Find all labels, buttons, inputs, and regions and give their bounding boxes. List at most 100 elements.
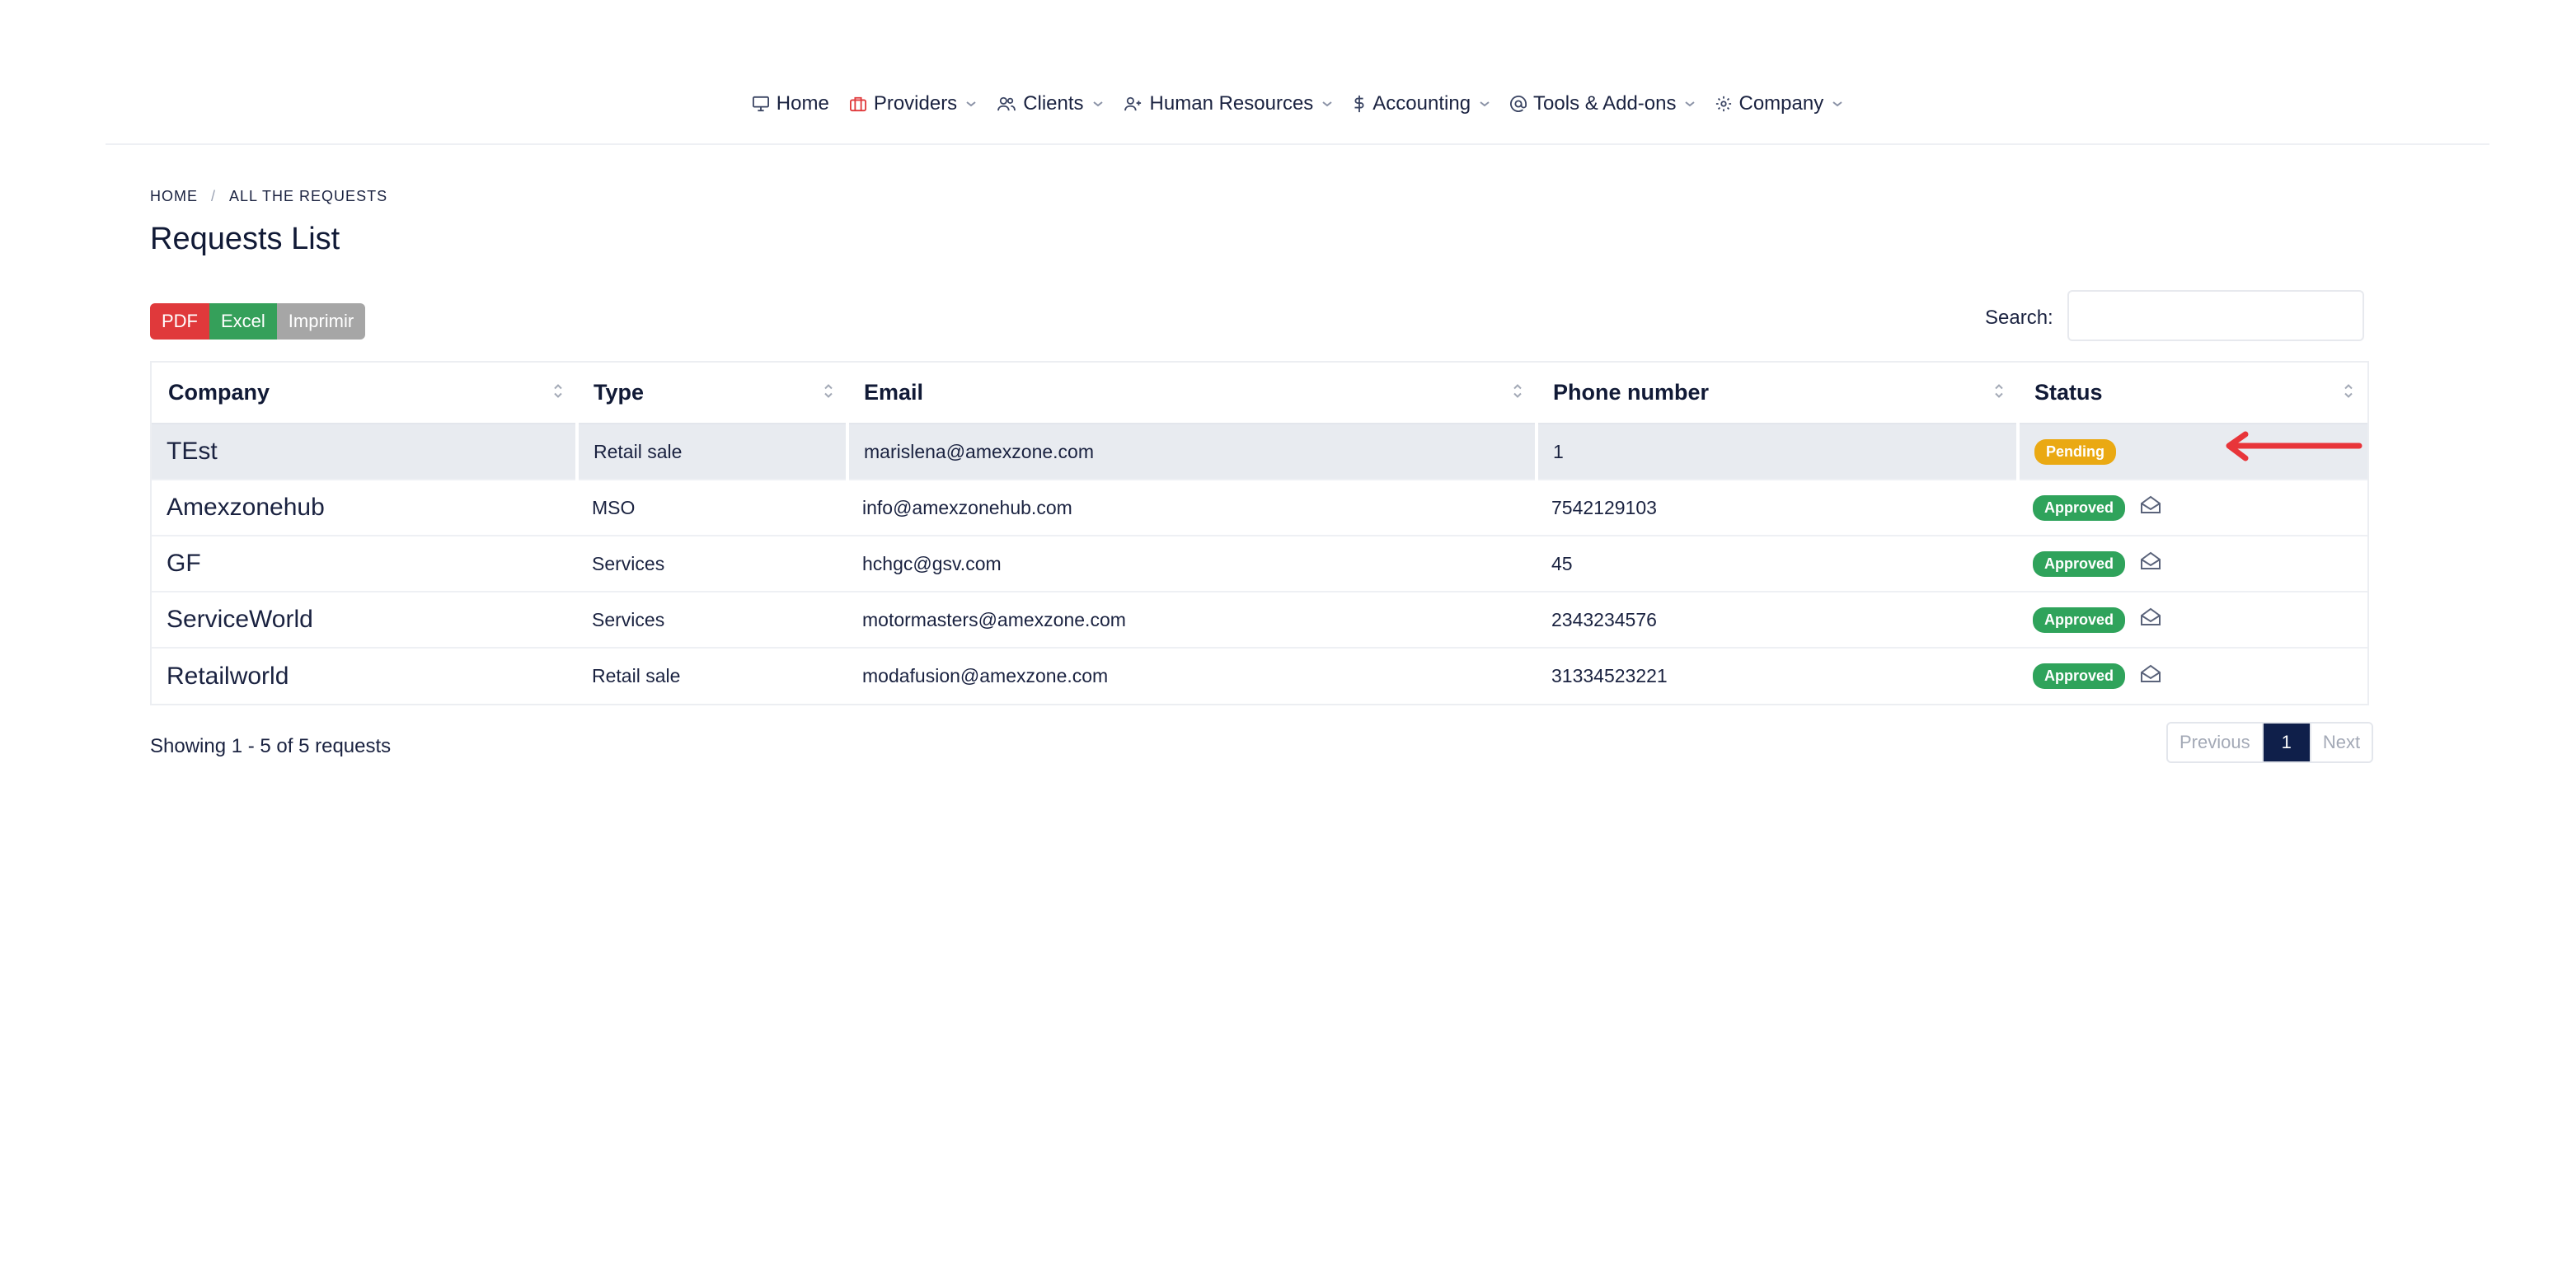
cell-company: Retailworld — [167, 662, 289, 690]
nav-item-clients[interactable]: Clients — [997, 92, 1103, 115]
chevron-down-icon — [1684, 100, 1696, 108]
nav-item-label: Accounting — [1372, 92, 1471, 115]
print-button[interactable]: Imprimir — [276, 303, 366, 340]
cell-email: marislena@amexzone.com — [847, 424, 1538, 480]
sort-icon — [1512, 380, 1523, 405]
chevron-down-icon — [1092, 100, 1104, 108]
breadcrumb-current: ALL THE REQUESTS — [229, 187, 388, 204]
cell-status: Approved — [2018, 536, 2367, 592]
nav-item-label: Home — [776, 92, 829, 115]
monitor-icon — [752, 96, 770, 112]
briefcase-icon — [849, 96, 867, 112]
envelope-open-icon[interactable] — [2140, 664, 2161, 689]
cell-status: Approved — [2018, 480, 2367, 536]
cell-phone: 2343234576 — [1537, 592, 2018, 649]
table-row[interactable]: Amexzonehub MSO info@amexzonehub.com 754… — [152, 480, 2367, 536]
cell-phone: 7542129103 — [1537, 480, 2018, 536]
cell-company: GF — [152, 536, 577, 592]
status-badge: Approved — [2033, 607, 2126, 633]
column-header-type[interactable]: Type — [577, 363, 847, 424]
cell-phone: 31334523221 — [1551, 665, 1668, 686]
cell-type: MSO — [577, 480, 847, 536]
column-header-company[interactable]: Company — [152, 363, 577, 424]
column-header-label: Company — [168, 380, 270, 405]
column-header-phone[interactable]: Phone number — [1537, 363, 2018, 424]
nav-item-label: Company — [1738, 92, 1824, 115]
showing-count: Showing 1 - 5 of 5 requests — [150, 735, 392, 757]
pdf-button[interactable]: PDF — [150, 303, 209, 340]
excel-button[interactable]: Excel — [209, 303, 277, 340]
page-button-1[interactable]: 1 — [2261, 724, 2310, 761]
table-row[interactable]: Retailworld Retail sale modafusion@amexz… — [152, 648, 2367, 704]
status-badge: Approved — [2033, 494, 2126, 521]
sort-icon — [1993, 380, 2005, 405]
nav-item-label: Tools & Add-ons — [1533, 92, 1677, 115]
cell-company: Amexzonehub — [152, 480, 577, 536]
top-navigation-bar: Home Providers Clients Human Resources A… — [106, 0, 2489, 145]
cell-email: hchgc@gsv.com — [847, 536, 1537, 592]
sort-icon — [2343, 380, 2354, 405]
nav-item-accounting[interactable]: Accounting — [1353, 92, 1490, 115]
breadcrumb-home[interactable]: HOME — [150, 188, 198, 205]
cell-phone: 1 — [1537, 424, 2020, 480]
cell-status: Approved — [2018, 648, 2367, 704]
nav-item-providers[interactable]: Providers — [849, 92, 977, 115]
status-badge: Approved — [2033, 550, 2126, 577]
nav-item-home[interactable]: Home — [752, 92, 829, 115]
cell-email: info@amexzonehub.com — [847, 480, 1537, 536]
nav-item-label: Providers — [873, 92, 958, 115]
column-header-status[interactable]: Status — [2018, 363, 2367, 424]
cell-phone: 45 — [1537, 536, 2018, 592]
cell-type: Retail sale — [577, 424, 849, 480]
nav-item-human-resources[interactable]: Human Resources — [1124, 92, 1334, 115]
envelope-open-icon[interactable] — [2140, 495, 2161, 520]
chevron-down-icon — [965, 100, 977, 108]
breadcrumb-separator: / — [211, 187, 217, 204]
nav-item-company[interactable]: Company — [1715, 92, 1843, 115]
dollar-icon — [1353, 95, 1366, 113]
cell-email: modafusion@amexzone.com — [862, 665, 1109, 686]
cell-type: Services — [577, 592, 847, 649]
cell-email: motormasters@amexzone.com — [847, 592, 1537, 649]
search-input[interactable] — [2067, 290, 2364, 341]
pagination: Previous 1 Next — [2166, 722, 2374, 763]
at-icon — [1510, 96, 1527, 112]
table-header-row: Company Type Email Phone number Status — [152, 363, 2367, 424]
table-row[interactable]: ServiceWorld Services motormasters@amexz… — [152, 592, 2367, 649]
envelope-open-icon[interactable] — [2140, 551, 2161, 576]
user-plus-icon — [1124, 96, 1143, 112]
cell-company: ServiceWorld — [152, 592, 577, 649]
red-arrow-annotation — [2217, 430, 2366, 467]
nav-item-tools-addons[interactable]: Tools & Add-ons — [1510, 92, 1696, 115]
table-row[interactable]: GF Services hchgc@gsv.com 45 Approved — [152, 536, 2367, 592]
sort-icon — [552, 380, 564, 405]
nav-item-label: Human Resources — [1149, 92, 1314, 115]
export-button-group: PDF Excel Imprimir — [150, 303, 366, 340]
breadcrumb: HOME / ALL THE REQUESTS — [150, 186, 387, 206]
cell-type: Retail sale — [592, 665, 681, 686]
chevron-down-icon — [1321, 100, 1333, 108]
previous-button[interactable]: Previous — [2168, 724, 2262, 761]
page-title: Requests List — [150, 222, 340, 256]
chevron-down-icon — [1832, 100, 1843, 108]
column-header-label: Status — [2034, 380, 2103, 405]
table-row[interactable]: TEst Retail sale marislena@amexzone.com … — [152, 424, 2367, 480]
users-icon — [997, 96, 1016, 112]
column-header-label: Email — [864, 380, 924, 405]
top-navigation: Home Providers Clients Human Resources A… — [0, 0, 2576, 145]
nav-item-label: Clients — [1023, 92, 1084, 115]
requests-table: Company Type Email Phone number Status T… — [150, 361, 2369, 705]
envelope-open-icon[interactable] — [2140, 607, 2161, 632]
cell-company: TEst — [152, 424, 579, 480]
gear-icon — [1715, 96, 1732, 112]
status-badge: Approved — [2033, 663, 2126, 689]
status-badge: Pending — [2034, 438, 2116, 465]
next-button[interactable]: Next — [2309, 724, 2372, 761]
column-header-label: Phone number — [1553, 380, 1710, 405]
nav-menu: Home Providers Clients Human Resources A… — [106, 89, 2489, 119]
search-label: Search: — [1985, 307, 2053, 329]
sort-icon — [823, 380, 834, 405]
cell-type: Services — [577, 536, 847, 592]
column-header-email[interactable]: Email — [847, 363, 1537, 424]
cell-status: Approved — [2018, 592, 2367, 649]
